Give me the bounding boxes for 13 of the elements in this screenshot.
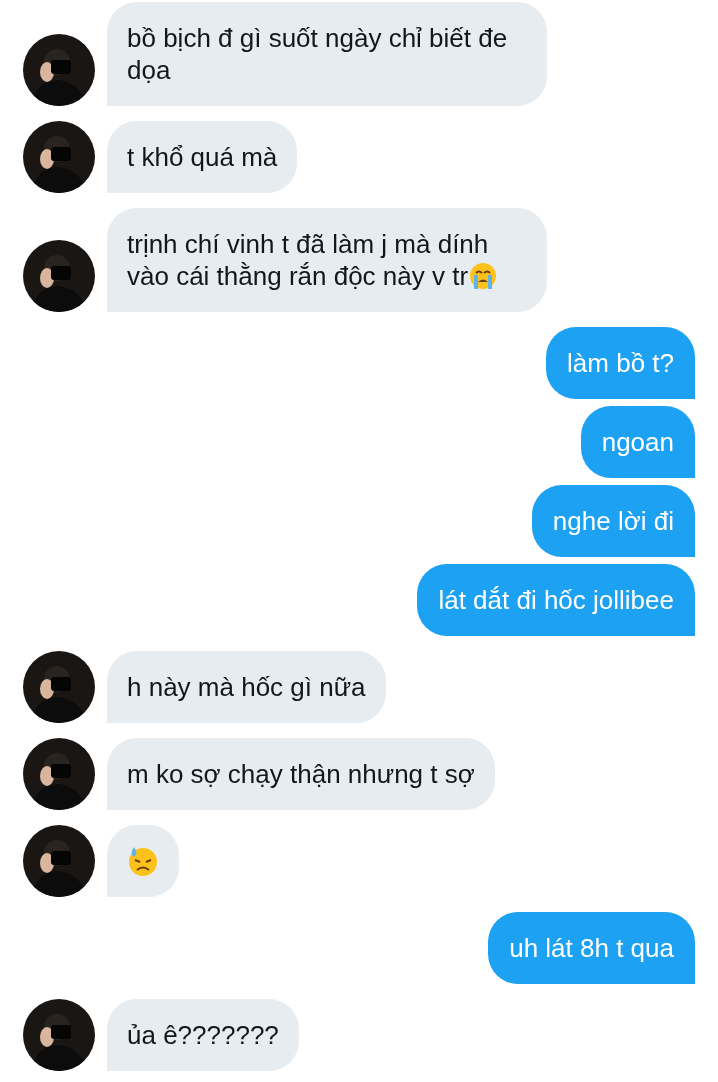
message-bubble: ủa ê??????? [107, 999, 299, 1071]
sweat-face-icon [127, 845, 159, 877]
message-bubble: bồ bịch đ gì suốt ngày chỉ biết đe dọa [107, 2, 547, 106]
message-bubble: lát dắt đi hốc jollibee [417, 564, 695, 636]
message-bubble: làm bồ t? [546, 327, 695, 399]
message-bubble: m ko sợ chạy thận nhưng t sợ [107, 738, 495, 810]
crying-face-icon [468, 261, 499, 291]
message-bubble: trịnh chí vinh t đã làm j mà dính vào cái thằng rắn độc này v tr [107, 208, 547, 312]
message-bubble: uh lát 8h t qua [488, 912, 695, 984]
message-bubble: t khổ quá mà [107, 121, 298, 193]
message-bubble: nghe lời đi [531, 485, 695, 557]
message-bubble: h này mà hốc gì nữa [107, 651, 386, 723]
message-bubble: ngoan [580, 406, 695, 478]
